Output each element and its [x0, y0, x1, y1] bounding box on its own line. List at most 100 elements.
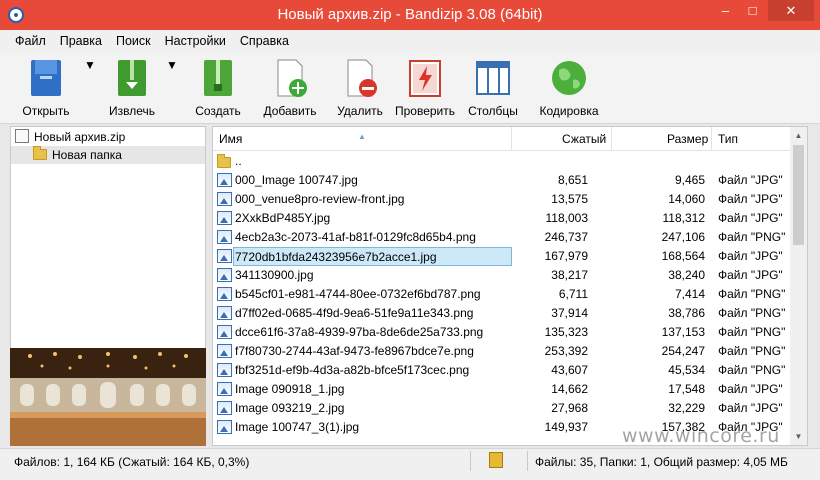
vertical-scrollbar[interactable]: ▲ ▼ — [790, 127, 807, 445]
file-name: 2XxkBdP485Y.jpg — [235, 211, 331, 225]
globe-icon — [549, 58, 589, 98]
column-divider[interactable] — [611, 127, 612, 151]
file-name: Image 093219_2.jpg — [235, 401, 345, 415]
sort-ascending-icon: ▲ — [358, 132, 366, 141]
column-header-size[interactable]: Размер — [667, 132, 708, 146]
file-type: Файл "JPG" — [718, 249, 783, 263]
columns-button[interactable]: Столбцы — [464, 58, 522, 118]
create-button[interactable]: Создать — [188, 58, 248, 118]
file-name: 341130900.jpg — [235, 268, 314, 282]
column-header-name[interactable]: Имя — [219, 132, 242, 146]
add-file-icon — [270, 58, 310, 98]
column-divider[interactable] — [711, 127, 712, 151]
file-packed-size: 43,607 — [551, 363, 588, 377]
test-button[interactable]: Проверить — [392, 58, 458, 118]
archive-info-icon[interactable] — [489, 452, 503, 468]
image-icon — [217, 211, 232, 225]
create-archive-icon — [198, 58, 238, 98]
scroll-up-arrow-icon[interactable]: ▲ — [790, 127, 807, 144]
file-type: Файл "PNG" — [718, 287, 786, 301]
column-header-type[interactable]: Тип — [718, 132, 738, 146]
file-size: 9,465 — [674, 173, 705, 187]
file-packed-size: 14,662 — [551, 382, 588, 396]
extract-archive-icon — [112, 58, 152, 98]
file-name: Image 100747_3(1).jpg — [235, 420, 360, 434]
title-bar: Новый архив.zip - Bandizip 3.08 (64bit) … — [0, 0, 820, 30]
file-size: 118,312 — [662, 211, 706, 225]
menu-search[interactable]: Поиск — [109, 30, 158, 52]
file-row[interactable]: 2XxkBdP485Y.jpg 118,003 118,312 Файл "JPG" — [213, 209, 793, 228]
file-packed-size: 37,914 — [551, 306, 588, 320]
menu-settings[interactable]: Настройки — [158, 30, 233, 52]
image-icon — [217, 344, 232, 358]
image-icon — [217, 192, 232, 206]
image-icon — [217, 382, 232, 396]
file-list-header: Имя ▲ Сжатый Размер Тип — [213, 127, 793, 151]
scroll-down-arrow-icon[interactable]: ▼ — [790, 428, 807, 445]
extract-dropdown-arrow[interactable]: ▼ — [166, 58, 178, 72]
file-row[interactable]: .. — [213, 152, 793, 171]
file-size: 254,247 — [661, 344, 705, 358]
status-divider — [527, 451, 528, 471]
add-button[interactable]: Добавить — [260, 58, 320, 118]
file-row[interactable]: 7720db1bfda24323956e7b2acce1.jpg 167,979 1… — [213, 247, 793, 266]
codepage-button[interactable]: Кодировка — [536, 58, 602, 118]
image-preview — [10, 348, 206, 446]
file-type: Файл "PNG" — [718, 344, 786, 358]
test-archive-icon — [405, 58, 445, 98]
open-button[interactable]: Открыть — [18, 58, 74, 118]
file-name: .. — [235, 154, 242, 168]
file-type: Файл "JPG" — [718, 382, 783, 396]
tree-root-archive[interactable]: Новый архив.zip — [11, 128, 205, 146]
file-type: Файл "JPG" — [718, 401, 783, 415]
file-type: Файл "PNG" — [718, 230, 786, 244]
hall-photo — [10, 348, 206, 446]
file-name: 000_venue8pro-review-front.jpg — [235, 192, 405, 206]
menu-help[interactable]: Справка — [233, 30, 296, 52]
column-header-packed[interactable]: Сжатый — [562, 132, 606, 146]
tree-item-new-folder[interactable]: Новая папка — [11, 146, 205, 164]
file-size: 45,534 — [668, 363, 705, 377]
file-row[interactable]: 000_venue8pro-review-front.jpg 13,575 14,0… — [213, 190, 793, 209]
close-button[interactable]: ✕ — [768, 0, 814, 21]
file-row[interactable]: Image 093219_2.jpg 27,968 32,229 Файл "JPG" — [213, 399, 793, 418]
file-row[interactable]: f7f80730-2744-43af-9473-fe8967bdce7e.png… — [213, 342, 793, 361]
file-name: 000_Image 100747.jpg — [235, 173, 358, 187]
delete-button[interactable]: Удалить — [330, 58, 390, 118]
column-divider[interactable] — [511, 127, 512, 151]
extract-button[interactable]: Извлечь — [102, 58, 162, 118]
file-row[interactable]: b545cf01-e981-4744-80ee-0732ef6bd787.png… — [213, 285, 793, 304]
file-row[interactable]: dcce61f6-37a8-4939-97ba-8de6de25a733.png… — [213, 323, 793, 342]
file-row[interactable]: Image 090918_1.jpg 14,662 17,548 Файл "JPG" — [213, 380, 793, 399]
file-type: Файл "JPG" — [718, 268, 783, 282]
file-name: 4ecb2a3c-2073-41af-b81f-0129fc8d65b4.png — [235, 230, 476, 244]
file-row[interactable]: 341130900.jpg 38,217 38,240 Файл "JPG" — [213, 266, 793, 285]
file-type: Файл "PNG" — [718, 363, 786, 377]
file-row[interactable]: d7ff02ed-0685-4f9d-9ea6-51fe9a11e343.png… — [213, 304, 793, 323]
menu-file[interactable]: Файл — [8, 30, 53, 52]
maximize-button[interactable]: □ — [739, 0, 766, 21]
file-list[interactable]: Имя ▲ Сжатый Размер Тип .. 000_Image 1007… — [212, 126, 808, 446]
file-size: 38,240 — [668, 268, 705, 282]
status-bar: Файлов: 1, 164 КБ (Сжатый: 164 КБ, 0,3%)… — [0, 448, 820, 480]
image-icon — [217, 306, 232, 320]
file-size: 7,414 — [674, 287, 705, 301]
file-row[interactable]: fbf3251d-ef9b-4d3a-a82b-bfce5f173cec.png… — [213, 361, 793, 380]
file-packed-size: 27,968 — [551, 401, 588, 415]
menu-edit[interactable]: Правка — [53, 30, 109, 52]
archive-icon — [15, 129, 29, 143]
scroll-thumb[interactable] — [793, 145, 804, 245]
file-row[interactable]: 4ecb2a3c-2073-41af-b81f-0129fc8d65b4.png… — [213, 228, 793, 247]
file-packed-size: 38,217 — [551, 268, 588, 282]
file-name: b545cf01-e981-4744-80ee-0732ef6bd787.png — [235, 287, 481, 301]
archive-totals-status: Файлы: 35, Папки: 1, Общий размер: 4,05 … — [535, 455, 788, 469]
file-packed-size: 135,323 — [544, 325, 588, 339]
file-type: Файл "JPG" — [718, 211, 783, 225]
minimize-button[interactable]: – — [712, 0, 739, 21]
toolbar: Открыть ▼ Извлечь ▼ Создать Добавить Уда… — [0, 52, 820, 124]
open-dropdown-arrow[interactable]: ▼ — [84, 58, 96, 72]
file-size: 14,060 — [668, 192, 705, 206]
file-packed-size: 8,651 — [557, 173, 588, 187]
file-row[interactable]: 000_Image 100747.jpg 8,651 9,465 Файл "JPG" — [213, 171, 793, 190]
image-icon — [217, 363, 232, 377]
